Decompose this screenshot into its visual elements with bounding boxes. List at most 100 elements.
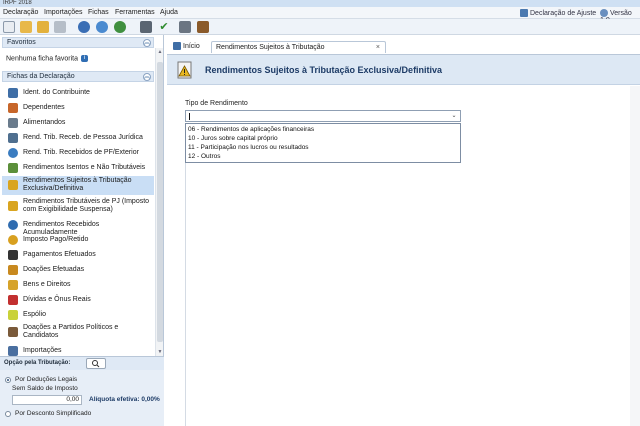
sidebar-item-label: Alimentandos [23,119,66,126]
favorites-header[interactable]: Favoritos ︽ [2,37,154,48]
main-content: Rendimentos Sujeitos à Tributação Exclus… [167,54,640,426]
menu-ferramentas[interactable]: Ferramentas [115,9,155,16]
sidebar-item-pagamentos[interactable]: Pagamentos Efetuados [2,249,154,261]
sidebar-item-rend-trib-pf[interactable]: Rend. Trib. Recebidos de PF/Exterior [2,147,154,159]
content-scrollbar[interactable] [630,86,640,426]
collapse-icon[interactable]: ︽ [143,73,151,81]
new-document-icon[interactable] [3,21,15,33]
warning-doc-icon [177,61,192,79]
radio-desconto-simplificado[interactable] [5,411,11,417]
open-folder-icon[interactable] [20,21,32,33]
tax-option-label: Opção pela Tributação: [4,360,71,366]
option-simplified-label: Por Desconto Simplificado [15,410,92,417]
sidebar-item-rend-pj-suspensa[interactable]: Rendimentos Tributáveis de PJ (Imposto c… [2,197,154,216]
building-icon [8,133,18,143]
dropdown-option[interactable]: 06 - Rendimentos de aplicações financeir… [188,125,458,134]
sidebar-item-label: Rendimentos Sujeitos à Tributação Exclus… [23,177,132,192]
tipo-rendimento-dropdown: 06 - Rendimentos de aplicações financeir… [185,123,461,163]
info-icon [600,9,608,17]
sidebar-item-doacoes[interactable]: Doações Efetuadas [2,264,154,276]
dropdown-option[interactable]: 10 - Juros sobre capital próprio [188,134,458,143]
declaracao-ajuste-label: Declaração de Ajuste [530,9,597,17]
sidebar-item-label: Rendimentos Isentos e Não Tributáveis [23,164,146,171]
sidebar-item-label: Doações Efetuadas [23,266,85,273]
sidebar-item-dividas[interactable]: Dívidas e Ônus Reais [2,294,154,306]
sidebar-item-label: Dívidas e Ônus Reais [23,296,91,303]
menu-fichas[interactable]: Fichas [88,9,109,16]
menu-ajuda[interactable]: Ajuda [160,9,178,16]
book-icon[interactable] [197,21,209,33]
tab-rend-exclusiva[interactable]: Rendimentos Sujeitos à Tributação Exclus… [211,41,386,62]
option-legal-label: Por Deduções Legais [15,376,78,383]
collapse-icon[interactable]: ︽ [143,39,151,47]
sidebar-item-rend-trib-pj[interactable]: Rend. Trib. Receb. de Pessoa Jurídica [2,132,154,144]
sidebar-item-dependentes[interactable]: Dependentes [2,102,154,114]
sidebar-scrollbar[interactable]: ▲ ▼ [155,48,163,356]
home-icon [520,9,528,17]
home-icon [173,42,181,51]
no-favorites-text: Nenhuma ficha favorita i [6,55,88,62]
sidebar-item-espolio[interactable]: Espólio [2,309,154,321]
sidebar-item-rend-exclusiva[interactable]: Rendimentos Sujeitos à Tributação Exclus… [2,176,154,195]
tax-option-search-button[interactable] [86,358,106,369]
saldo-value-field: 0,00 [12,395,82,405]
scroll-up-icon[interactable]: ▲ [157,49,163,55]
sidebar-item-label: Dependentes [23,104,65,111]
sidebar-item-doacoes-partidos[interactable]: Doações a Partidos Políticos e Candidato… [2,323,154,342]
menu-importacoes[interactable]: Importações [44,9,83,16]
print-icon[interactable] [140,21,152,33]
tipo-rendimento-label: Tipo de Rendimento [185,100,248,107]
dropdown-option[interactable]: 11 - Participação nos lucros ou resultad… [188,143,458,152]
save-folder-icon[interactable] [37,21,49,33]
sidebar-item-ident-contribuinte[interactable]: Ident. do Contribuinte [2,87,154,99]
scrollbar-thumb[interactable] [157,62,163,342]
tipo-rendimento-select[interactable]: ⌄ [185,110,461,122]
wallet-icon [8,250,18,260]
sidebar-item-rend-acumuladamente[interactable]: Rendimentos Recebidos Acumuladamente [2,219,154,236]
sidebar-item-imposto-pago[interactable]: Imposto Pago/Retido [2,234,154,246]
globe-icon [8,148,18,158]
calculator-icon[interactable] [179,21,191,33]
close-icon[interactable]: × [376,42,380,53]
form-panel [185,131,635,426]
menu-declaracao[interactable]: Declaração [3,9,38,16]
window-title: IRPF 2018 [0,0,640,7]
check-icon[interactable]: ✔ [158,21,170,33]
scroll-icon [8,310,18,320]
magnifier-icon [92,360,100,368]
sidebar-item-label: Espólio [23,311,46,318]
transmit-icon[interactable] [78,21,90,33]
toolbar: ✔ [0,19,640,35]
house-icon [8,280,18,290]
sidebar-item-label: Doações a Partidos Políticos e Candidato… [23,324,119,339]
sidebar-item-label: Pagamentos Efetuados [23,251,96,258]
text-cursor [189,113,190,120]
id-card-icon [8,88,18,98]
sidebar-item-label: Imposto Pago/Retido [23,236,89,243]
page-title: Rendimentos Sujeitos à Tributação Exclus… [205,65,443,75]
group-icon [8,118,18,128]
tab-inicio[interactable]: Início [169,41,209,53]
sidebar-item-label: Ident. do Contribuinte [23,89,90,96]
fichas-header[interactable]: Fichas da Declaração ︽ [2,71,154,82]
globe-icon[interactable] [114,21,126,33]
radio-deducoes-legais[interactable] [5,377,11,383]
coin-icon [8,235,18,245]
receive-icon[interactable] [96,21,108,33]
sidebar-item-bens-direitos[interactable]: Bens e Direitos [2,279,154,291]
delete-icon[interactable] [54,21,66,33]
sidebar-item-alimentandos[interactable]: Alimentandos [2,117,154,129]
chevron-down-icon[interactable]: ⌄ [450,112,458,120]
declaracao-ajuste-link[interactable]: Declaração de Ajuste [520,9,596,17]
tab-inicio-label: Início [183,43,200,50]
ballot-icon [8,327,18,337]
money-icon [8,163,18,173]
info-icon[interactable]: i [80,55,88,62]
sidebar-item-rend-isentos[interactable]: Rendimentos Isentos e Não Tributáveis [2,162,154,174]
scroll-down-icon[interactable]: ▼ [157,349,163,355]
tab-bar: Início Rendimentos Sujeitos à Tributação… [167,40,640,62]
sidebar-item-label: Bens e Direitos [23,281,71,288]
sidebar-item-label: Rend. Trib. Receb. de Pessoa Jurídica [23,134,143,141]
dropdown-option[interactable]: 12 - Outros [188,152,458,161]
warning-doc-icon [8,180,18,190]
